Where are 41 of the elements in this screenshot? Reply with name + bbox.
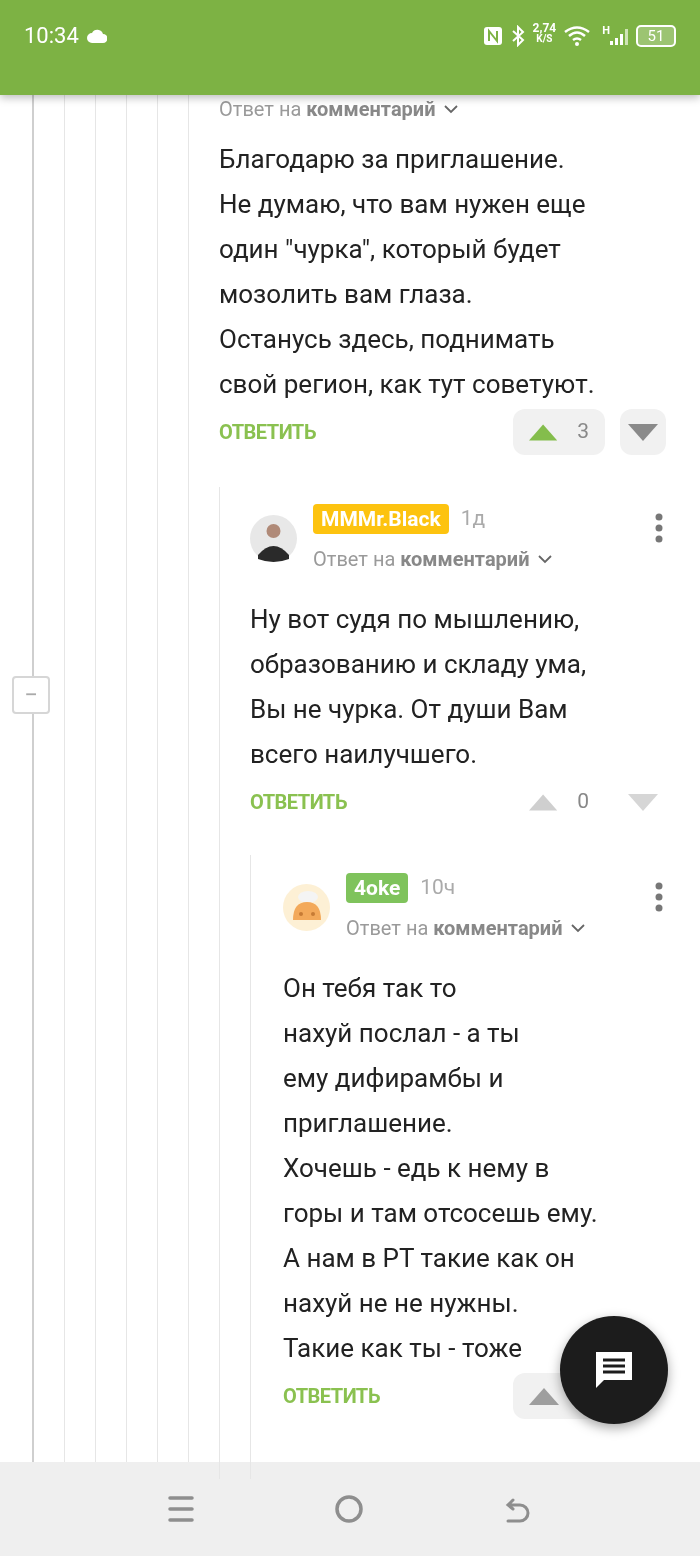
message-icon xyxy=(594,1350,634,1390)
network-speed-unit: K/S xyxy=(536,34,553,44)
chevron-down-icon[interactable] xyxy=(570,923,585,933)
chevron-down-icon[interactable] xyxy=(443,104,458,114)
reply-button[interactable]: ОТВЕТИТЬ xyxy=(219,417,316,447)
wifi-icon xyxy=(564,26,591,46)
author-name[interactable]: 4oke xyxy=(346,873,409,903)
upvote-icon[interactable] xyxy=(529,1387,559,1405)
downvote-icon[interactable] xyxy=(628,423,658,441)
comment-text: Ну вот судя по мышлению, образованию и складу ума, Вы не чурка. От души Вам всего наилучшего. xyxy=(250,603,587,771)
reply-to-label[interactable]: Ответ на комментарий xyxy=(346,913,563,943)
author-name[interactable]: MMMr.Black xyxy=(313,504,449,534)
signal-icon xyxy=(610,27,628,45)
reply-button[interactable]: ОТВЕТИТЬ xyxy=(250,787,347,817)
comment-fab[interactable] xyxy=(560,1316,668,1424)
comment-text: Благодарю за приглашение. Не думаю, что вам нужен еще один "чурка", который будет мозолить вам глаза. Останусь здесь, поднимать свой регион, как тут советуют. xyxy=(219,143,595,401)
vote-score: 3 xyxy=(577,418,589,446)
upvote-icon[interactable] xyxy=(529,793,558,811)
reply-to-label[interactable]: Ответ на комментарий xyxy=(313,544,530,574)
more-icon[interactable] xyxy=(655,882,663,912)
network-speed: 2,74 xyxy=(532,22,557,34)
clock-text: 10:34 xyxy=(24,22,79,50)
chevron-down-icon[interactable] xyxy=(537,554,552,564)
signal-type: H xyxy=(602,25,610,36)
reply-button[interactable]: ОТВЕТИТЬ xyxy=(283,1381,380,1411)
nfc-icon xyxy=(482,26,503,46)
reply-to-label[interactable]: Ответ на комментарий xyxy=(219,94,436,124)
upvote-icon[interactable] xyxy=(529,423,558,441)
comment-time: 1д xyxy=(460,505,486,533)
battery-indicator: 51 xyxy=(636,25,676,47)
collapse-thread-button[interactable]: − xyxy=(12,676,50,714)
home-icon[interactable] xyxy=(334,1494,364,1524)
cloud-icon xyxy=(86,29,107,43)
downvote-button[interactable] xyxy=(620,409,666,455)
vote-score: 0 xyxy=(577,788,589,816)
menu-icon[interactable] xyxy=(168,1495,194,1523)
comment-text: Он тебя так то нахуй послал - а ты ему дифирамбы и приглашение. Хочешь - едь к нему в горы и там отсосешь ему. А нам в РТ такие как он нахуй не не нужны. Такие как ты - тоже xyxy=(283,972,598,1365)
more-icon[interactable] xyxy=(655,513,663,543)
avatar[interactable] xyxy=(250,515,297,562)
comment-time: 10ч xyxy=(420,874,456,902)
bluetooth-icon xyxy=(510,25,525,47)
